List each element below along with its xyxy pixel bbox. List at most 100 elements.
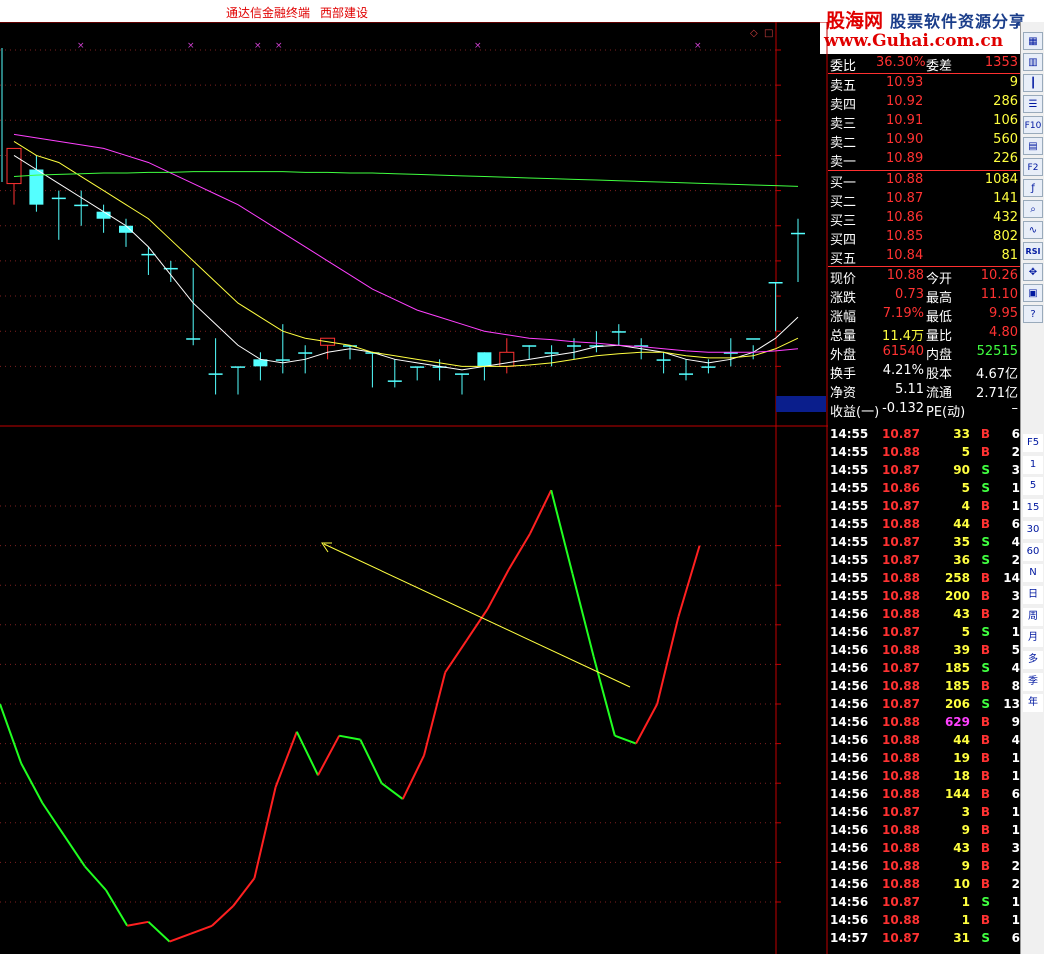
stat-value-2: 4.67亿 (976, 367, 1018, 382)
tick-side: B (980, 571, 990, 585)
tick-time: 14:56 (830, 607, 869, 621)
period-button[interactable]: F5 (1023, 434, 1043, 452)
tick-price: 10.88 (882, 877, 920, 891)
help-icon[interactable]: ? (1023, 305, 1043, 323)
indicator-line-segment (401, 755, 425, 800)
bid-volume: 432 (993, 210, 1018, 225)
tick-time: 14:56 (830, 877, 869, 891)
tick-time: 14:55 (830, 571, 869, 585)
tick-side: S (981, 535, 990, 549)
stat-row: 涨跌 0.73 最高 11.10 (828, 286, 1020, 306)
period-button[interactable]: 30 (1023, 520, 1043, 539)
bid-row: 买五 10.84 81 (828, 247, 1020, 267)
ask-row: 卖三 10.91 106 (828, 112, 1020, 132)
tick-volume: 19 (953, 751, 970, 765)
period-button[interactable]: N (1023, 564, 1043, 583)
indicator-line-segment (592, 656, 616, 736)
wave-icon[interactable]: ∿ (1023, 221, 1043, 239)
indicator-line-segment (169, 932, 192, 943)
candle-body-down (522, 345, 537, 347)
bid-row: 买一 10.88 1084 (828, 171, 1020, 191)
period-button[interactable]: 1 (1023, 455, 1043, 474)
indicator-line-segment (84, 865, 107, 891)
move-icon[interactable]: ✥ (1023, 263, 1043, 281)
tick-price: 10.87 (882, 661, 920, 675)
tick-price: 10.88 (882, 679, 920, 693)
indicator-line-segment (423, 672, 447, 756)
period-button[interactable]: 季 (1023, 672, 1043, 691)
quote-separator (828, 170, 1020, 171)
indicator-line-segment (486, 568, 510, 610)
grid2-icon[interactable]: ▤ (1023, 137, 1043, 155)
candle-icon[interactable]: ┃ (1023, 74, 1043, 92)
event-marker-icon: × (77, 41, 85, 51)
tick-volume: 144 (944, 787, 970, 801)
tick-price: 10.88 (882, 751, 920, 765)
tick-row: 14:56 10.88 185 B 8 (828, 678, 1020, 696)
tick-side: S (981, 931, 990, 945)
tick-side: B (980, 769, 990, 783)
rsi-icon[interactable]: RSI (1023, 242, 1043, 260)
tick-count: 3 (1011, 841, 1020, 855)
stat-label: 现价 (830, 272, 857, 287)
weibi-value: 36.30% (876, 55, 926, 70)
tick-time: 14:55 (830, 481, 869, 495)
search-icon[interactable]: ⌕ (1023, 200, 1043, 218)
quote-panel: 委比 36.30% 委差 1353 卖五 10.93 9 卖四 10.92 286 卖三 10.91 1… (828, 54, 1020, 424)
stat-row: 总量 11.4万 量比 4.80 (828, 324, 1020, 344)
bid-label: 买三 (830, 214, 857, 229)
period-button[interactable]: 日 (1023, 585, 1043, 604)
tick-count: 6 (1011, 931, 1020, 945)
tick-row: 14:55 10.87 4 B 1 (828, 498, 1020, 516)
tick-price: 10.88 (882, 913, 920, 927)
tick-count: 2 (1011, 553, 1020, 567)
stock-name: 西部建设 (320, 6, 369, 20)
period-button[interactable]: 60 (1023, 542, 1043, 561)
tick-count: 2 (1011, 859, 1020, 873)
chart-icon[interactable]: ▥ (1023, 53, 1043, 71)
period-button[interactable]: 月 (1023, 629, 1043, 648)
tick-count: 1 (1011, 481, 1020, 495)
tick-side: B (980, 877, 990, 891)
chart-area[interactable]: × × × × × × ◇ □ (0, 22, 828, 954)
tick-side: B (980, 715, 990, 729)
period-button[interactable]: 5 (1023, 477, 1043, 496)
indicator-line-segment (190, 924, 213, 935)
tick-count: 1 (1011, 913, 1020, 927)
tick-row: 14:55 10.87 35 S 4 (828, 534, 1020, 552)
list-icon[interactable]: ☰ (1023, 95, 1043, 113)
grid-icon[interactable]: ▦ (1023, 32, 1043, 50)
stat-value: 61540 (882, 344, 924, 359)
tick-price: 10.88 (882, 589, 920, 603)
f2-icon[interactable]: F2 (1023, 158, 1043, 176)
fx-icon[interactable]: ƒ (1023, 179, 1043, 197)
period-button[interactable]: 周 (1023, 607, 1043, 626)
tick-row: 14:56 10.87 3 B 1 (828, 804, 1020, 822)
stat-label: 涨跌 (830, 291, 857, 306)
period-button[interactable]: 15 (1023, 499, 1043, 518)
indicator-line-segment (381, 782, 404, 800)
period-button[interactable]: 多 (1023, 651, 1043, 669)
add-icon[interactable]: ▣ (1023, 284, 1043, 302)
right-toolbar: ▦ ▥ ┃ ☰ F10 ▤ F2 ƒ ⌕ ∿ RSI ✥ ▣? F5 1 5 15 30 60 N 日周月多季年 (1020, 22, 1044, 954)
bid-label: 买一 (830, 176, 857, 191)
indicator-line-segment (127, 920, 149, 927)
tick-row: 14:56 10.87 1 S 1 (828, 894, 1020, 912)
candle-body-down (275, 359, 290, 361)
tick-time: 14:55 (830, 535, 869, 549)
logo-tagline: 股票软件资源分享 (890, 12, 1027, 31)
f10-icon[interactable]: F10 (1023, 116, 1043, 134)
stat-label-2: 内盘 (926, 348, 953, 363)
tick-volume: 5 (961, 481, 970, 495)
tick-row: 14:56 10.88 43 B 3 (828, 840, 1020, 858)
tick-price: 10.88 (882, 715, 920, 729)
indicator-line-segment (550, 489, 574, 574)
candle-body-down (231, 366, 245, 368)
tick-count: 1 (1011, 823, 1020, 837)
indicator-line-segment (147, 921, 171, 943)
tick-price: 10.88 (882, 733, 920, 747)
ask-price: 10.90 (886, 132, 924, 147)
indicator-line-segment (614, 734, 637, 745)
tick-side: B (980, 445, 990, 459)
period-button[interactable]: 年 (1023, 694, 1043, 713)
